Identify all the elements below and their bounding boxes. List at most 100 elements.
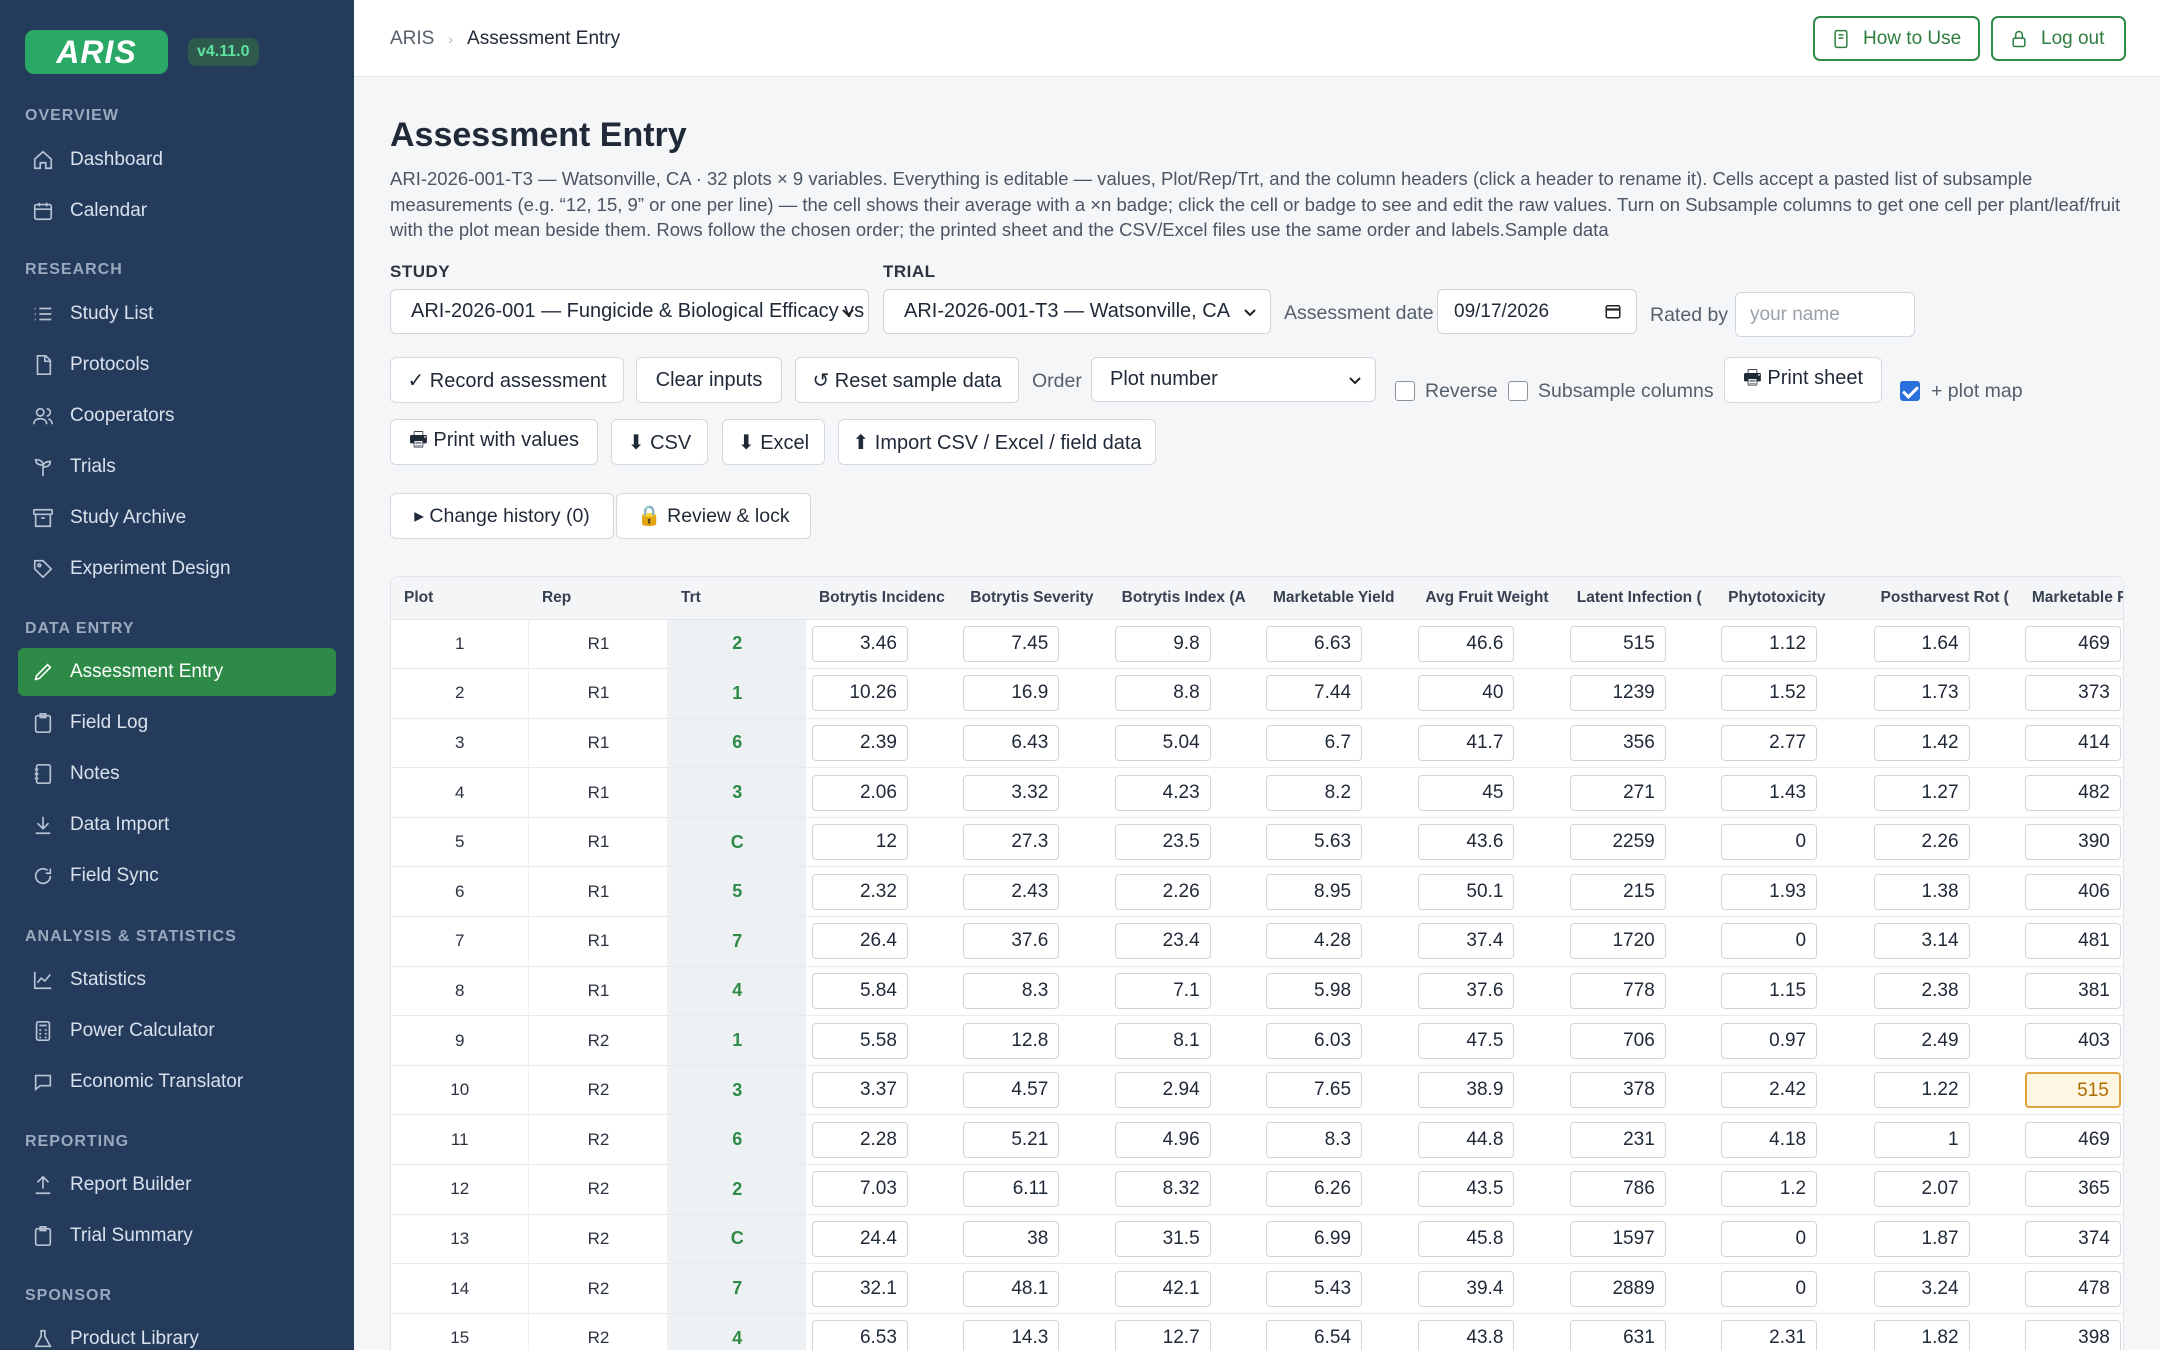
value-input[interactable]: 1.27 bbox=[1873, 774, 1970, 811]
value-input[interactable]: 481 bbox=[2024, 923, 2121, 960]
sidebar-item-trials[interactable]: Trials bbox=[18, 443, 336, 491]
column-header[interactable]: Botrytis Index (A bbox=[1108, 577, 1261, 620]
value-input[interactable]: 1.22 bbox=[1873, 1072, 1970, 1109]
sidebar-item-protocols[interactable]: Protocols bbox=[18, 341, 336, 389]
value-input[interactable]: 786 bbox=[1569, 1171, 1666, 1208]
value-input[interactable]: 32.1 bbox=[811, 1270, 908, 1307]
value-input[interactable]: 7.1 bbox=[1114, 972, 1211, 1009]
rep-cell[interactable]: R2 bbox=[528, 1263, 669, 1314]
value-input[interactable]: 43.8 bbox=[1418, 1320, 1515, 1350]
value-input[interactable]: 381 bbox=[2024, 972, 2121, 1009]
reset-sample-data-button[interactable]: ↺ Reset sample data bbox=[795, 357, 1019, 403]
change-history-toggle[interactable]: ▸ Change history (0) bbox=[390, 493, 614, 539]
value-input[interactable]: 1 bbox=[1873, 1121, 1970, 1158]
sidebar-item-study-list[interactable]: Study List bbox=[18, 290, 336, 338]
value-input[interactable]: 515 bbox=[2024, 1072, 2121, 1109]
sidebar-item-experiment-design[interactable]: Experiment Design bbox=[18, 545, 336, 593]
value-input[interactable]: 1.12 bbox=[1721, 625, 1818, 662]
assessment-date-input[interactable]: 09/17/2026 bbox=[1437, 289, 1637, 334]
sidebar-item-field-sync[interactable]: Field Sync bbox=[18, 852, 336, 900]
app-logo[interactable]: ARIS bbox=[25, 30, 168, 74]
rep-cell[interactable]: R1 bbox=[528, 668, 669, 719]
trt-cell[interactable]: 3 bbox=[667, 767, 806, 818]
value-input[interactable]: 1.42 bbox=[1873, 724, 1970, 761]
value-input[interactable]: 631 bbox=[1569, 1320, 1666, 1350]
value-input[interactable]: 14.3 bbox=[963, 1320, 1060, 1350]
plot-cell[interactable]: 14 bbox=[391, 1263, 530, 1314]
value-input[interactable]: 41.7 bbox=[1418, 724, 1515, 761]
value-input[interactable]: 6.63 bbox=[1266, 625, 1363, 662]
value-input[interactable]: 7.44 bbox=[1266, 675, 1363, 712]
value-input[interactable]: 1.38 bbox=[1873, 873, 1970, 910]
plot-cell[interactable]: 7 bbox=[391, 916, 530, 967]
value-input[interactable]: 26.4 bbox=[811, 923, 908, 960]
value-input[interactable]: 2.42 bbox=[1721, 1072, 1818, 1109]
value-input[interactable]: 8.95 bbox=[1266, 873, 1363, 910]
rep-cell[interactable]: R1 bbox=[528, 767, 669, 818]
import-button[interactable]: ⬆ Import CSV / Excel / field data bbox=[838, 419, 1156, 465]
rep-cell[interactable]: R1 bbox=[528, 619, 669, 670]
trt-cell[interactable]: 3 bbox=[667, 1065, 806, 1116]
trt-cell[interactable]: 1 bbox=[667, 1015, 806, 1066]
value-input[interactable]: 706 bbox=[1569, 1022, 1666, 1059]
column-header[interactable]: Postharvest Rot ( bbox=[1867, 577, 2019, 620]
value-input[interactable]: 398 bbox=[2024, 1320, 2121, 1350]
value-input[interactable]: 23.4 bbox=[1114, 923, 1211, 960]
value-input[interactable]: 6.26 bbox=[1266, 1171, 1363, 1208]
plot-cell[interactable]: 9 bbox=[391, 1015, 530, 1066]
value-input[interactable]: 12 bbox=[811, 824, 908, 861]
value-input[interactable]: 37.6 bbox=[963, 923, 1060, 960]
value-input[interactable]: 0 bbox=[1721, 923, 1818, 960]
value-input[interactable]: 6.11 bbox=[963, 1171, 1060, 1208]
trt-cell[interactable]: 5 bbox=[667, 866, 806, 918]
review-lock-button[interactable]: 🔒 Review & lock bbox=[616, 493, 811, 539]
plot-cell[interactable]: 4 bbox=[391, 767, 530, 818]
rep-cell[interactable]: R1 bbox=[528, 718, 669, 769]
value-input[interactable]: 7.45 bbox=[963, 625, 1060, 662]
sidebar-item-assessment-entry[interactable]: Assessment Entry bbox=[18, 648, 336, 696]
print-with-values-button[interactable]: 🖶 Print with values bbox=[390, 419, 598, 465]
trt-cell[interactable]: 4 bbox=[667, 1313, 806, 1350]
value-input[interactable]: 5.21 bbox=[963, 1121, 1060, 1158]
value-input[interactable]: 356 bbox=[1569, 724, 1666, 761]
rep-cell[interactable]: R2 bbox=[528, 1065, 669, 1116]
value-input[interactable]: 5.98 bbox=[1266, 972, 1363, 1009]
value-input[interactable]: 5.43 bbox=[1266, 1270, 1363, 1307]
value-input[interactable]: 1.2 bbox=[1721, 1171, 1818, 1208]
value-input[interactable]: 6.54 bbox=[1266, 1320, 1363, 1350]
value-input[interactable]: 2.06 bbox=[811, 774, 908, 811]
value-input[interactable]: 2.31 bbox=[1721, 1320, 1818, 1350]
column-header[interactable]: Botrytis Incidenc bbox=[805, 577, 958, 620]
value-input[interactable]: 0 bbox=[1721, 824, 1818, 861]
trt-cell[interactable]: 4 bbox=[667, 966, 806, 1017]
breadcrumb-root[interactable]: ARIS bbox=[390, 28, 434, 50]
value-input[interactable]: 365 bbox=[2024, 1171, 2121, 1208]
value-input[interactable]: 7.65 bbox=[1266, 1072, 1363, 1109]
reverse-checkbox[interactable] bbox=[1395, 381, 1415, 401]
sidebar-item-field-log[interactable]: Field Log bbox=[18, 699, 336, 747]
value-input[interactable]: 27.3 bbox=[963, 824, 1060, 861]
value-input[interactable]: 47.5 bbox=[1418, 1022, 1515, 1059]
value-input[interactable]: 38.9 bbox=[1418, 1072, 1515, 1109]
value-input[interactable]: 4.57 bbox=[963, 1072, 1060, 1109]
value-input[interactable]: 515 bbox=[1569, 625, 1666, 662]
column-header[interactable]: Phytotoxicity bbox=[1715, 577, 1868, 620]
value-input[interactable]: 2.26 bbox=[1873, 824, 1970, 861]
value-input[interactable]: 1.64 bbox=[1873, 625, 1970, 662]
rep-cell[interactable]: R1 bbox=[528, 916, 669, 967]
value-input[interactable]: 482 bbox=[2024, 774, 2121, 811]
value-input[interactable]: 39.4 bbox=[1418, 1270, 1515, 1307]
trt-cell[interactable]: 6 bbox=[667, 718, 806, 769]
value-input[interactable]: 3.24 bbox=[1873, 1270, 1970, 1307]
value-input[interactable]: 3.32 bbox=[963, 774, 1060, 811]
value-input[interactable]: 1.73 bbox=[1873, 675, 1970, 712]
value-input[interactable]: 2.32 bbox=[811, 873, 908, 910]
value-input[interactable]: 0 bbox=[1721, 1270, 1818, 1307]
value-input[interactable]: 1597 bbox=[1569, 1220, 1666, 1257]
value-input[interactable]: 374 bbox=[2024, 1220, 2121, 1257]
value-input[interactable]: 45 bbox=[1418, 774, 1515, 811]
value-input[interactable]: 2259 bbox=[1569, 824, 1666, 861]
value-input[interactable]: 414 bbox=[2024, 724, 2121, 761]
value-input[interactable]: 1.82 bbox=[1873, 1320, 1970, 1350]
value-input[interactable]: 4.18 bbox=[1721, 1121, 1818, 1158]
